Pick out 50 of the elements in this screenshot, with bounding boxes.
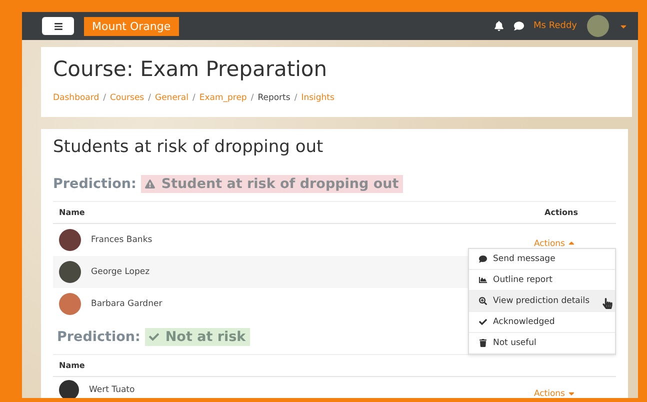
menu-item[interactable]: Outline report [469, 270, 615, 290]
actions-dropdown[interactable]: Actions [534, 388, 576, 398]
student-avatar [59, 229, 81, 251]
column-header: Actions [544, 208, 578, 217]
site-name-link[interactable]: Mount Orange [84, 16, 179, 36]
student-name: Frances Banks [91, 235, 152, 245]
chat-icon[interactable] [514, 21, 524, 31]
student-avatar [59, 380, 79, 398]
section-title: Students at risk of dropping out [53, 137, 324, 157]
prediction-badge: Not at risk [145, 328, 250, 346]
student-name: Barbara Gardner [91, 299, 162, 309]
menu-item[interactable]: Acknowledged [469, 312, 615, 332]
check-icon [149, 332, 160, 342]
column-header: Name [59, 208, 85, 217]
zoom-icon [479, 296, 487, 304]
page-title: Course: Exam Preparation [53, 57, 328, 81]
breadcrumb-link[interactable]: General [154, 93, 188, 103]
breadcrumb-link[interactable]: Dashboard [53, 93, 100, 103]
area-chart-icon [479, 276, 487, 284]
hand-cursor-icon [602, 298, 613, 308]
trash-icon [479, 338, 487, 346]
breadcrumb-link[interactable]: Insights [301, 93, 334, 103]
bell-icon[interactable] [494, 21, 504, 31]
prediction-label: Prediction: [57, 329, 140, 345]
breadcrumb-separator: / [250, 93, 254, 103]
warning-icon [145, 179, 156, 189]
menu-button[interactable] [42, 17, 74, 35]
student-name: George Lopez [91, 267, 150, 277]
column-header: Name [59, 361, 85, 370]
prediction-badge: Student at risk of dropping out [141, 175, 403, 193]
breadcrumb-separator: / [103, 93, 106, 103]
chat-icon [479, 254, 487, 262]
menu-item[interactable]: Not useful [469, 332, 615, 354]
user-avatar[interactable] [587, 15, 609, 37]
check-icon [479, 318, 487, 326]
breadcrumb-link[interactable]: Exam_prep [199, 93, 247, 103]
student-avatar [59, 293, 81, 315]
breadcrumb-link[interactable]: Courses [110, 93, 144, 103]
actions-dropdown[interactable]: Actions [534, 238, 576, 248]
breadcrumb-separator: / [192, 93, 196, 103]
menu-item[interactable]: Send message [469, 248, 615, 270]
current-page-label: Reports [258, 93, 290, 103]
menu-item[interactable]: View prediction details [469, 290, 615, 312]
breadcrumb-separator: / [294, 93, 298, 103]
user-name-link[interactable]: Ms Reddy [534, 21, 577, 31]
menu-icon [54, 22, 62, 30]
student-name: Wert Tuato [89, 385, 135, 395]
prediction-label: Prediction: [53, 176, 136, 192]
student-avatar [59, 261, 81, 283]
breadcrumb-separator: / [148, 93, 151, 103]
